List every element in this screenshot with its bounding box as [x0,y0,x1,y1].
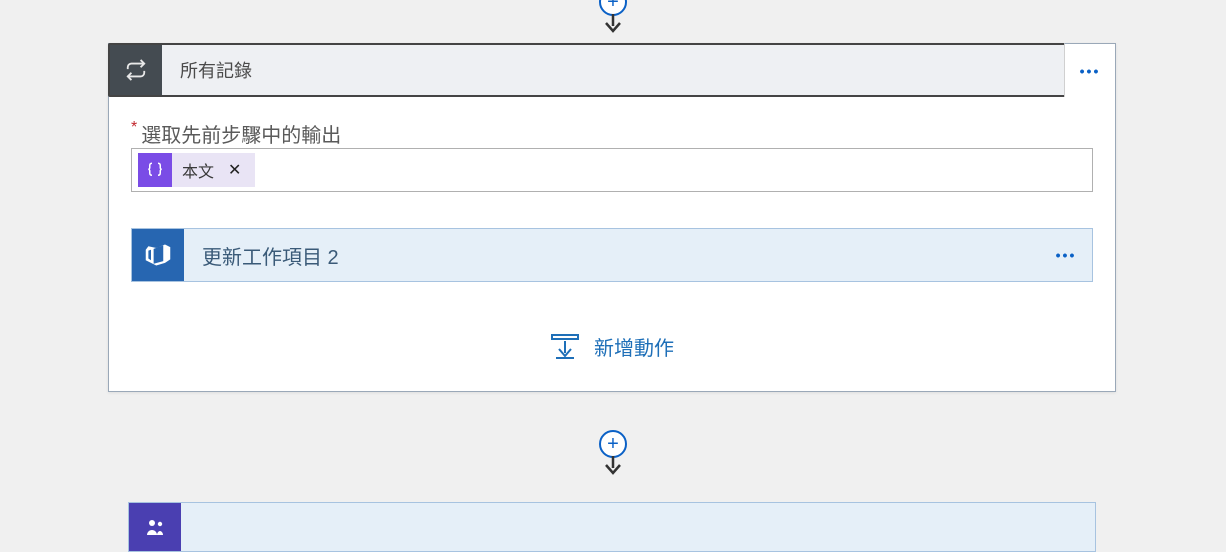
token-label: 本文 [182,158,214,182]
teams-icon [129,503,181,551]
connector-bottom: + [599,430,627,476]
add-action-button[interactable]: 新增動作 [131,332,1093,361]
arrow-down-icon [602,456,624,476]
inner-action-step[interactable]: 更新工作項目 2 ••• [131,228,1093,282]
ellipsis-icon: ••• [1056,247,1077,263]
arrow-down-icon [602,14,624,34]
loop-step-card: 所有記錄 ••• *選取先前步驟中的輸出 本文 ✕ [108,43,1116,392]
inner-action-title: 更新工作項目 2 [184,229,1040,281]
add-action-label: 新增動作 [594,332,674,361]
azure-devops-icon [132,229,184,281]
ellipsis-icon: ••• [1080,63,1101,79]
loop-step-menu-button[interactable]: ••• [1064,43,1116,97]
add-step-button-bottom[interactable]: + [599,430,627,458]
inner-action-menu-button[interactable]: ••• [1040,229,1092,281]
next-step-card[interactable] [128,502,1096,552]
output-field-label: *選取先前步驟中的輸出 [131,119,1093,148]
loop-icon [110,45,162,95]
insert-step-icon [550,333,580,361]
output-selection-input[interactable]: 本文 ✕ [131,148,1093,192]
token-remove-button[interactable]: ✕ [224,160,245,180]
required-star-icon: * [131,119,137,136]
loop-step-header[interactable]: 所有記錄 ••• [108,43,1116,97]
loop-step-body: *選取先前步驟中的輸出 本文 ✕ [109,97,1115,391]
braces-icon [138,153,172,187]
flow-canvas: + 所有記錄 ••• *選取先前步驟中的輸出 [0,0,1226,514]
loop-step-title: 所有記錄 [162,45,1064,95]
dynamic-content-token[interactable]: 本文 ✕ [138,153,255,187]
connector-top: + [599,0,627,34]
